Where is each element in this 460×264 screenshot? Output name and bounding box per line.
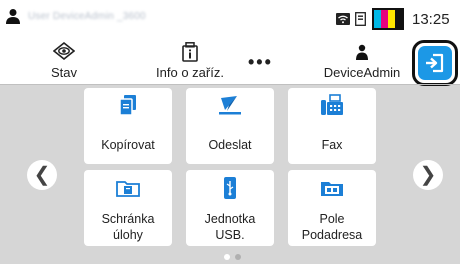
status-button[interactable]: Stav [34, 38, 94, 84]
admin-label: DeviceAdmin [323, 65, 401, 80]
page-dot-1 [224, 254, 230, 260]
status-bar: User DeviceAdmin _3600 13:25 [0, 0, 460, 38]
device-info-button[interactable]: Info o zaříz. [138, 38, 242, 84]
page-indicator [224, 254, 241, 260]
device-info-label: Info o zaříz. [156, 65, 224, 80]
logged-in-user-name: User DeviceAdmin _3600 [28, 11, 146, 22]
logout-button-highlight[interactable] [412, 40, 458, 86]
top-nav: Stav Info o zaříz. ••• DeviceAdmin [0, 38, 460, 84]
previous-page-button[interactable]: ❮ [27, 160, 57, 190]
logout-icon [426, 53, 444, 73]
fax-icon [321, 94, 343, 115]
tile-copy[interactable]: Kopírovat [84, 88, 172, 164]
tile-fax-label: Fax [321, 138, 343, 152]
job-box-icon [116, 181, 140, 197]
wifi-icon [336, 13, 350, 25]
toner-yellow [388, 10, 395, 28]
send-icon [219, 96, 241, 115]
toner-black [395, 10, 402, 28]
next-page-button[interactable]: ❯ [413, 160, 443, 190]
more-menu-button[interactable]: ••• [248, 52, 273, 73]
admin-account-button[interactable]: DeviceAdmin [316, 38, 408, 84]
tile-subaddress-box[interactable]: Pole Podadresa [288, 170, 376, 246]
admin-user-icon [356, 44, 368, 60]
toner-magenta [381, 10, 388, 28]
home-screen: User DeviceAdmin _3600 13:25 Stav Info o… [0, 0, 460, 264]
user-icon [6, 9, 20, 24]
toner-level-indicator [372, 8, 404, 30]
device-info-icon [182, 42, 198, 62]
clock: 13:25 [412, 11, 450, 28]
tile-subaddress-box-label-line2: Podadresa [301, 228, 363, 242]
tile-job-box[interactable]: Schránka úlohy [84, 170, 172, 246]
subaddress-box-icon [321, 182, 343, 196]
chevron-left-icon: ❮ [33, 164, 51, 186]
header-divider [0, 84, 460, 85]
tile-send-label: Odeslat [208, 138, 252, 152]
tile-job-box-label-line2: úlohy [113, 228, 143, 242]
tile-send[interactable]: Odeslat [186, 88, 274, 164]
tile-usb-drive[interactable]: Jednotka USB. [186, 170, 274, 246]
usb-drive-icon [224, 177, 236, 199]
page-dot-2 [235, 254, 241, 260]
document-status-icon [355, 12, 366, 26]
logout-button[interactable] [418, 46, 452, 80]
tile-usb-drive-label-line1: Jednotka [204, 212, 256, 226]
toner-cyan [374, 10, 381, 28]
tile-subaddress-box-label-line1: Pole [319, 212, 345, 226]
tile-fax[interactable]: Fax [288, 88, 376, 164]
status-eye-icon [53, 42, 75, 60]
status-label: Stav [50, 65, 77, 80]
tile-job-box-label-line1: Schránka [101, 212, 155, 226]
chevron-right-icon: ❯ [419, 164, 437, 186]
tile-copy-label: Kopírovat [101, 138, 155, 152]
tile-usb-drive-label-line2: USB. [215, 228, 245, 242]
copy-icon [119, 95, 136, 116]
